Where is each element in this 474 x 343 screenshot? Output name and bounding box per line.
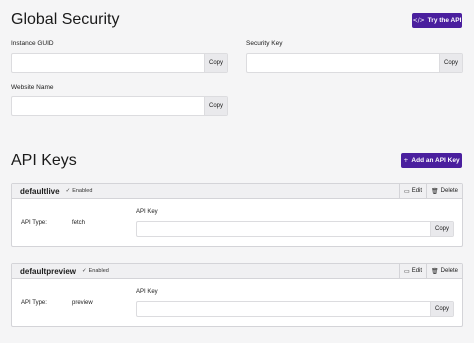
code-icon: </> [412, 17, 425, 24]
copy-security-key-button[interactable]: Copy [439, 54, 462, 72]
api-key-body: API Type: fetch API Key Copy [12, 199, 462, 246]
api-key-field: Copy [136, 221, 454, 237]
api-key-name: defaultpreview [20, 266, 77, 276]
api-type-value: fetch [72, 220, 86, 226]
try-api-button[interactable]: </> Try the API [412, 13, 462, 28]
delete-button[interactable]: 🗑 Delete [426, 264, 462, 278]
status-badge: ✓ Enabled [82, 268, 109, 274]
copy-api-key-button[interactable]: Copy [430, 302, 453, 316]
check-icon: ✓ [82, 268, 87, 274]
status-badge: ✓ Enabled [66, 188, 93, 194]
edit-icon: ▭ [404, 188, 410, 195]
security-key-label: Security Key [246, 40, 283, 47]
security-key-field: Copy [246, 53, 463, 73]
api-type-label: API Type: [21, 300, 47, 306]
api-key-name: defaultlive [20, 186, 60, 196]
check-icon: ✓ [65, 188, 71, 194]
card-actions: ▭ Edit 🗑 Delete [399, 264, 462, 278]
trash-icon: 🗑 [431, 268, 439, 275]
api-type-value: preview [72, 300, 93, 306]
delete-button[interactable]: 🗑 Delete [426, 184, 462, 198]
status-label: Enabled [72, 188, 93, 194]
api-key-label: API Key [136, 289, 158, 295]
edit-icon: ▭ [404, 268, 410, 275]
copy-website-name-button[interactable]: Copy [204, 97, 227, 115]
api-key-label: API Key [136, 209, 158, 215]
edit-label: Edit [411, 188, 423, 194]
edit-button[interactable]: ▭ Edit [399, 184, 426, 198]
try-api-label: Try the API [427, 17, 462, 24]
website-name-input[interactable] [12, 97, 204, 115]
api-key-input[interactable] [137, 302, 430, 316]
status-label: Enabled [88, 268, 109, 274]
card-actions: ▭ Edit 🗑 Delete [399, 184, 462, 198]
api-type-label: API Type: [21, 220, 47, 226]
website-name-label: Website Name [11, 84, 54, 91]
page-title: Global Security [11, 11, 120, 28]
plus-icon: + [403, 157, 409, 164]
copy-api-key-button[interactable]: Copy [430, 222, 453, 236]
trash-icon: 🗑 [431, 188, 439, 195]
api-key-field: Copy [136, 301, 454, 317]
api-key-header: defaultpreview ✓ Enabled ▭ Edit 🗑 Delete [12, 264, 462, 279]
website-name-field: Copy [11, 96, 228, 116]
add-api-key-label: Add an API Key [411, 157, 460, 164]
api-key-card: defaultpreview ✓ Enabled ▭ Edit 🗑 Delete… [11, 263, 463, 327]
delete-label: Delete [440, 188, 458, 194]
instance-guid-field: Copy [11, 53, 228, 73]
copy-instance-guid-button[interactable]: Copy [204, 54, 227, 72]
api-key-card: defaultlive ✓ Enabled ▭ Edit 🗑 Delete AP… [11, 183, 463, 247]
security-key-input[interactable] [247, 54, 439, 72]
api-key-body: API Type: preview API Key Copy [12, 279, 462, 326]
api-key-header: defaultlive ✓ Enabled ▭ Edit 🗑 Delete [12, 184, 462, 199]
edit-label: Edit [411, 268, 423, 274]
edit-button[interactable]: ▭ Edit [399, 264, 426, 278]
delete-label: Delete [440, 268, 458, 274]
instance-guid-input[interactable] [12, 54, 204, 72]
add-api-key-button[interactable]: + Add an API Key [401, 153, 462, 168]
api-keys-title: API Keys [11, 152, 77, 169]
instance-guid-label: Instance GUID [11, 40, 54, 47]
api-key-input[interactable] [137, 222, 430, 236]
